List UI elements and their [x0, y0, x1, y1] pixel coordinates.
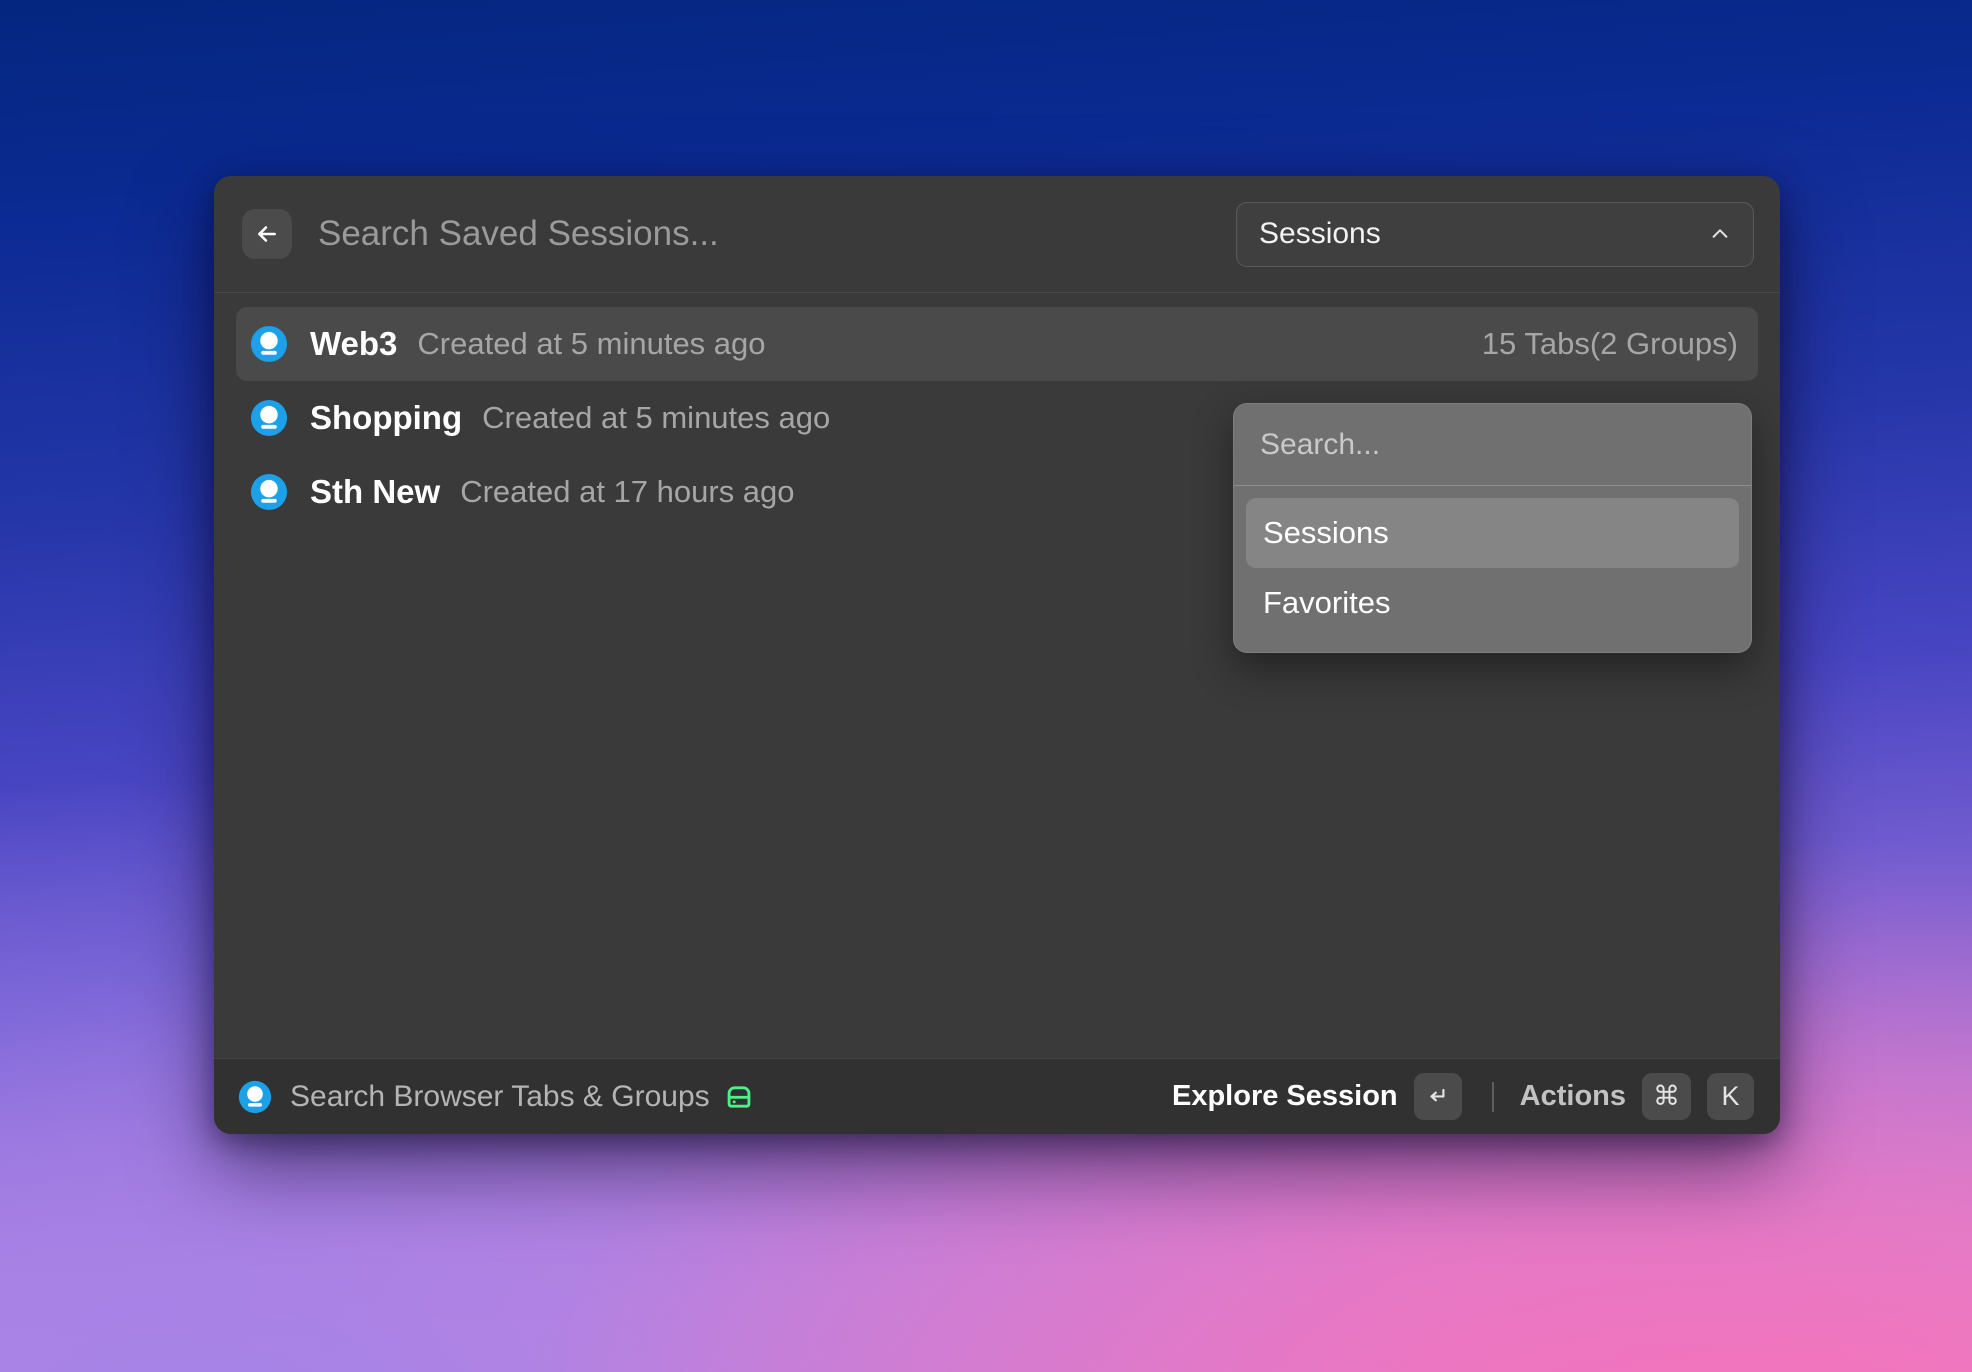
footer-brand-label: Search Browser Tabs & Groups	[290, 1079, 710, 1113]
session-tab-count: 15 Tabs(2 Groups)	[1481, 326, 1738, 361]
search-input[interactable]	[292, 204, 1236, 264]
session-meta: Created at 5 minutes ago	[482, 400, 831, 435]
session-bulb-icon	[250, 399, 288, 437]
dropdown-option-label: Sessions	[1263, 515, 1389, 550]
explore-session-label: Explore Session	[1172, 1080, 1398, 1112]
session-row[interactable]: Web3 Created at 5 minutes ago 15 Tabs(2 …	[236, 307, 1758, 381]
session-bulb-icon	[238, 1080, 272, 1114]
session-list: Web3 Created at 5 minutes ago 15 Tabs(2 …	[214, 293, 1780, 1058]
session-meta: Created at 17 hours ago	[460, 474, 795, 509]
command-key-chip[interactable]: ⌘	[1642, 1073, 1691, 1120]
scope-dropdown-menu: Sessions Favorites	[1233, 403, 1752, 653]
enter-arrow-icon	[1425, 1084, 1451, 1110]
dropdown-option-label: Favorites	[1263, 585, 1391, 620]
dropdown-option-favorites[interactable]: Favorites	[1246, 568, 1739, 638]
scope-select-value: Sessions	[1259, 217, 1381, 250]
footer-actions: Explore Session Actions ⌘ K	[1172, 1073, 1754, 1120]
window-header: Sessions	[214, 176, 1780, 293]
footer-divider	[1491, 1081, 1494, 1112]
scope-select[interactable]: Sessions	[1236, 201, 1754, 267]
session-bulb-icon	[250, 473, 288, 511]
actions-label: Actions	[1519, 1080, 1626, 1112]
footer-brand: Search Browser Tabs & Groups	[238, 1080, 710, 1114]
session-title: Web3	[310, 325, 398, 362]
k-key-chip[interactable]: K	[1707, 1073, 1754, 1120]
back-button[interactable]	[242, 209, 292, 259]
window-footer: Search Browser Tabs & Groups Explore Ses…	[214, 1058, 1780, 1134]
session-title: Sth New	[310, 473, 441, 510]
dropdown-option-sessions[interactable]: Sessions	[1246, 498, 1739, 568]
command-palette-window: Sessions Web3 Created at 5 minutes ago 1…	[214, 176, 1780, 1134]
session-title: Shopping	[310, 399, 463, 436]
enter-key-chip[interactable]	[1413, 1073, 1462, 1120]
session-bulb-icon	[250, 325, 288, 363]
session-meta: Created at 5 minutes ago	[417, 326, 766, 361]
chevron-up-icon	[1709, 223, 1731, 245]
dropdown-option-list: Sessions Favorites	[1234, 486, 1751, 638]
dropdown-search-input[interactable]	[1234, 404, 1751, 486]
arrow-left-icon	[254, 221, 280, 247]
hard-drive-icon[interactable]	[722, 1080, 756, 1114]
